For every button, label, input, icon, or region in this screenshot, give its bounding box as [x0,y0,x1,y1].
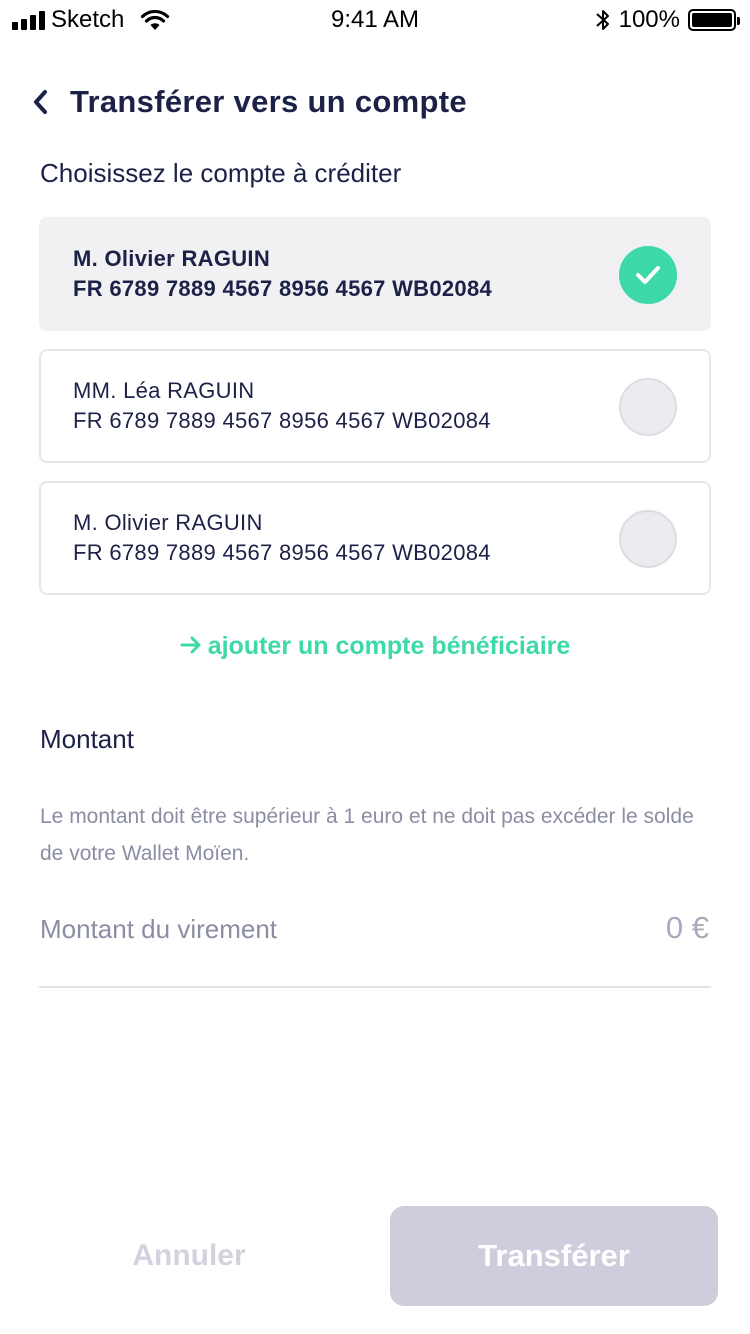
amount-hint: Le montant doit être supérieur à 1 euro … [40,805,694,865]
account-card[interactable]: M. Olivier RAGUIN FR 6789 7889 4567 8956… [39,217,711,331]
chevron-left-icon [34,90,47,114]
account-details: MM. Léa RAGUIN FR 6789 7889 4567 8956 45… [73,376,491,436]
account-iban: FR 6789 7889 4567 8956 4567 WB02084 [73,276,493,301]
amount-field-value[interactable]: 0 € [666,910,709,946]
accounts-section-label: Choisissez le compte à créditer [40,158,402,188]
account-card[interactable]: MM. Léa RAGUIN FR 6789 7889 4567 8956 45… [39,349,711,463]
battery-level-fill [692,13,732,27]
account-details: M. Olivier RAGUIN FR 6789 7889 4567 8956… [73,508,491,568]
account-card[interactable]: M. Olivier RAGUIN FR 6789 7889 4567 8956… [39,481,711,595]
status-bar: Sketch 9:41 AM 100% [0,0,750,40]
checkmark-icon [636,266,660,284]
account-holder-name: M. Olivier RAGUIN [73,510,263,535]
account-holder-name: MM. Léa RAGUIN [73,378,255,403]
transfer-button[interactable]: Transférer [390,1206,718,1306]
battery-percentage: 100% [618,6,680,33]
add-beneficiary-label: ajouter un compte bénéficiaire [207,632,571,660]
account-radio-selected[interactable] [619,246,677,304]
page-header: Transférer vers un compte [30,80,467,124]
account-iban: FR 6789 7889 4567 8956 4567 WB02084 [73,408,491,433]
account-iban: FR 6789 7889 4567 8956 4567 WB02084 [73,540,491,565]
add-beneficiary-link[interactable]: ajouter un compte bénéficiaire [0,632,750,661]
back-button[interactable] [30,80,58,124]
account-radio[interactable] [619,378,677,436]
account-radio[interactable] [619,510,677,568]
battery-cap [737,17,740,25]
amount-section-label: Montant [40,724,134,754]
account-holder-name: M. Olivier RAGUIN [73,246,271,271]
cancel-button[interactable]: Annuler [40,1206,338,1306]
amount-field-label: Montant du virement [40,914,278,944]
status-bar-right: 100% [595,6,740,34]
bluetooth-icon [595,10,609,30]
page-title: Transférer vers un compte [70,84,467,119]
battery-icon [688,9,740,31]
arrow-right-icon [180,636,201,654]
account-details: M. Olivier RAGUIN FR 6789 7889 4567 8956… [73,244,492,304]
amount-input[interactable]: Montant du virement 0 € [39,900,711,988]
